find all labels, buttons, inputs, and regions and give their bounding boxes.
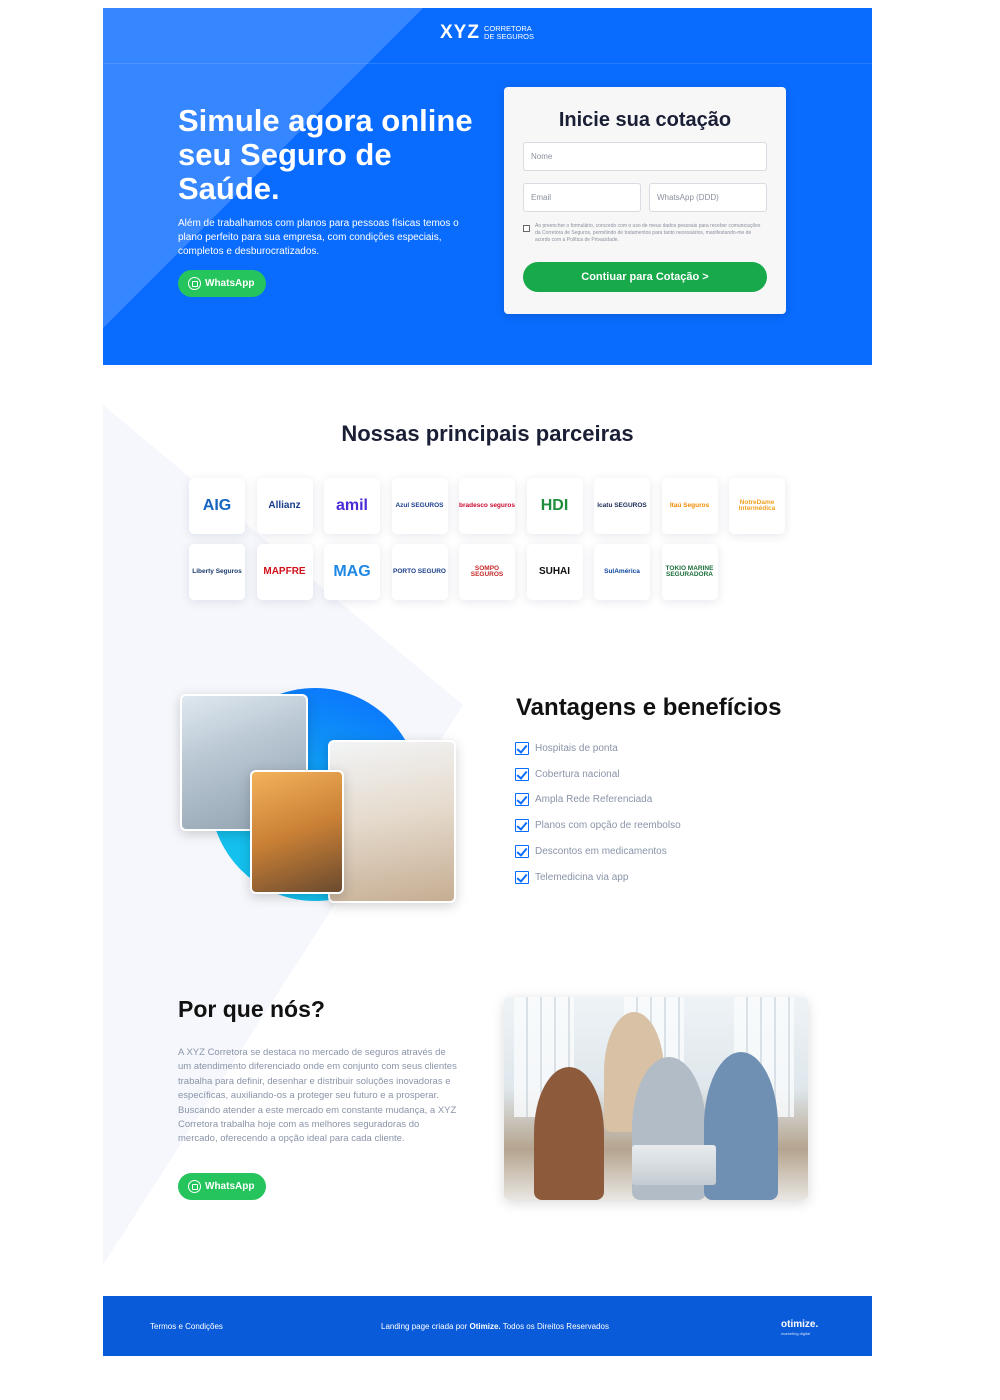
hero-whatsapp-label: WhatsApp: [205, 278, 255, 289]
partner-logo-label: Allianz: [268, 500, 301, 511]
footer-brand-logo[interactable]: otimize. marketing digital: [781, 1319, 818, 1336]
brand-mark: XYZ: [440, 22, 480, 43]
checkbox-icon: [515, 844, 529, 858]
partner-logo-label: Icatu SEGUROS: [597, 501, 647, 509]
why-us-title: Por que nós?: [178, 996, 325, 1022]
partner-logo: AIG: [189, 478, 245, 534]
partner-logo-label: AIG: [202, 497, 232, 514]
benefits-title: Vantagens e benefícios: [516, 694, 782, 721]
whatsapp-field[interactable]: WhatsApp (DDD): [649, 183, 767, 212]
benefit-label: Descontos em medicamentos: [535, 845, 667, 857]
partner-logo-label: TOKIO MARINE SEGURADORA: [665, 564, 714, 578]
benefit-label: Hospitais de ponta: [535, 743, 618, 754]
consent-row: Ao preencher o formulário, concordo com …: [523, 223, 767, 244]
footer-brand-sub: marketing digital: [781, 1331, 811, 1336]
why-us-text: A XYZ Corretora se destaca no mercado de…: [178, 1047, 457, 1145]
partner-logo-label: MAG: [333, 563, 371, 580]
quote-form: Inicie sua cotação Nome Email WhatsApp (…: [504, 87, 786, 314]
partner-logo: amil: [324, 478, 380, 534]
why-whatsapp-button[interactable]: WhatsApp: [178, 1173, 267, 1200]
partner-logo: SOMPO SEGUROS: [459, 544, 515, 600]
partner-logo-label: Liberty Seguros: [192, 567, 242, 575]
partner-logo: Icatu SEGUROS: [594, 478, 650, 534]
brand-subtitle: CORRETORA DE SEGUROS: [483, 24, 534, 41]
partner-logo-label: bradesco seguros: [459, 501, 515, 509]
form-title: Inicie sua cotação: [558, 109, 732, 131]
partner-logo: PORTO SEGURO: [391, 544, 448, 600]
landing-page: XYZ CORRETORA DE SEGUROS Simule agora on…: [0, 0, 1000, 1400]
partner-logo-label: HDI: [540, 497, 569, 514]
partner-logo: MAG: [324, 544, 380, 600]
benefit-item: Planos com opção de reembolso: [515, 819, 681, 833]
whatsapp-icon: [188, 277, 201, 290]
benefit-item: Telemedicina via app: [515, 870, 629, 884]
credit-brand[interactable]: Otimize.: [470, 1322, 501, 1331]
partner-logo-label: SOMPO SEGUROS: [470, 564, 504, 578]
hero-description: Além de trabalhamos com planos para pess…: [178, 218, 459, 257]
person-figure: [534, 1067, 604, 1200]
laptop: [632, 1145, 716, 1185]
partner-logo: Liberty Seguros: [189, 544, 245, 600]
consent-text: Ao preencher o formulário, concordo com …: [535, 223, 761, 243]
partner-logo: TOKIO MARINE SEGURADORA: [661, 544, 718, 600]
team-photo: [504, 997, 808, 1200]
benefit-label: Cobertura nacional: [535, 768, 620, 780]
partner-logo-label: MAPFRE: [263, 566, 306, 577]
partner-logo-label: amil: [335, 497, 368, 514]
footer-credit: Landing page criada por Otimize. Todos o…: [381, 1322, 609, 1331]
benefit-label: Ampla Rede Referenciada: [535, 794, 653, 806]
partner-logo-label: Azul SEGUROS: [395, 501, 444, 509]
footer-brand: otimize.: [781, 1319, 819, 1330]
hero-title: Simule agora online seu Seguro de Saúde.: [178, 103, 473, 206]
email-field[interactable]: Email: [523, 183, 641, 212]
partner-logo-label: PORTO SEGURO: [393, 567, 446, 575]
why-whatsapp-label: WhatsApp: [205, 1181, 255, 1192]
benefit-item: Cobertura nacional: [515, 767, 620, 781]
benefit-label: Telemedicina via app: [535, 871, 629, 883]
checkbox-icon: [515, 870, 529, 884]
doctor-with-baby-photo: [328, 740, 456, 903]
partner-logo-label: SUHAI: [538, 566, 571, 577]
benefit-label: Planos com opção de reembolso: [535, 820, 681, 832]
checkbox-icon: [515, 742, 529, 755]
benefit-item: Hospitais de ponta: [515, 742, 618, 755]
credit-suffix: Todos os Direitos Reservados: [500, 1322, 609, 1331]
benefit-item: Descontos em medicamentos: [515, 844, 667, 858]
checkbox-icon: [515, 793, 529, 807]
benefits-illustration: [180, 688, 460, 908]
partner-logo: bradesco seguros: [459, 478, 515, 534]
partner-logo-label: Itaú Seguros: [669, 501, 710, 509]
hero-whatsapp-button[interactable]: WhatsApp: [178, 270, 267, 297]
checkbox-icon: [515, 819, 529, 833]
partner-logo: Itaú Seguros: [661, 478, 718, 534]
partner-logo: HDI: [526, 478, 583, 534]
partner-logo: SUHAI: [526, 544, 583, 600]
partner-logo: MAPFRE: [256, 544, 313, 600]
brand-logo[interactable]: XYZ CORRETORA DE SEGUROS: [440, 22, 540, 44]
footer: Termos e Condições Landing page criada p…: [103, 1296, 872, 1356]
credit-prefix: Landing page criada por: [381, 1322, 470, 1331]
checkbox-icon: [515, 767, 529, 781]
partner-logo: NotreDame Intermédica: [729, 478, 785, 534]
header-divider: [103, 63, 872, 64]
family-photo: [250, 770, 344, 894]
partner-logo: Allianz: [256, 478, 313, 534]
terms-link[interactable]: Termos e Condições: [150, 1322, 223, 1331]
name-field[interactable]: Nome: [523, 142, 767, 171]
partner-logo: Azul SEGUROS: [391, 478, 448, 534]
partner-logo: SulAmérica: [594, 544, 650, 600]
consent-checkbox[interactable]: [523, 225, 530, 232]
continue-quote-button[interactable]: Contiuar para Cotação >: [523, 262, 767, 292]
partner-logo-label: SulAmérica: [604, 567, 640, 575]
whatsapp-icon: [188, 1180, 201, 1193]
partners-title: Nossas principais parceiras: [341, 421, 634, 446]
benefit-item: Ampla Rede Referenciada: [515, 793, 653, 807]
hero-section: XYZ CORRETORA DE SEGUROS Simule agora on…: [103, 8, 872, 365]
partner-logo-label: NotreDame Intermédica: [738, 498, 776, 512]
